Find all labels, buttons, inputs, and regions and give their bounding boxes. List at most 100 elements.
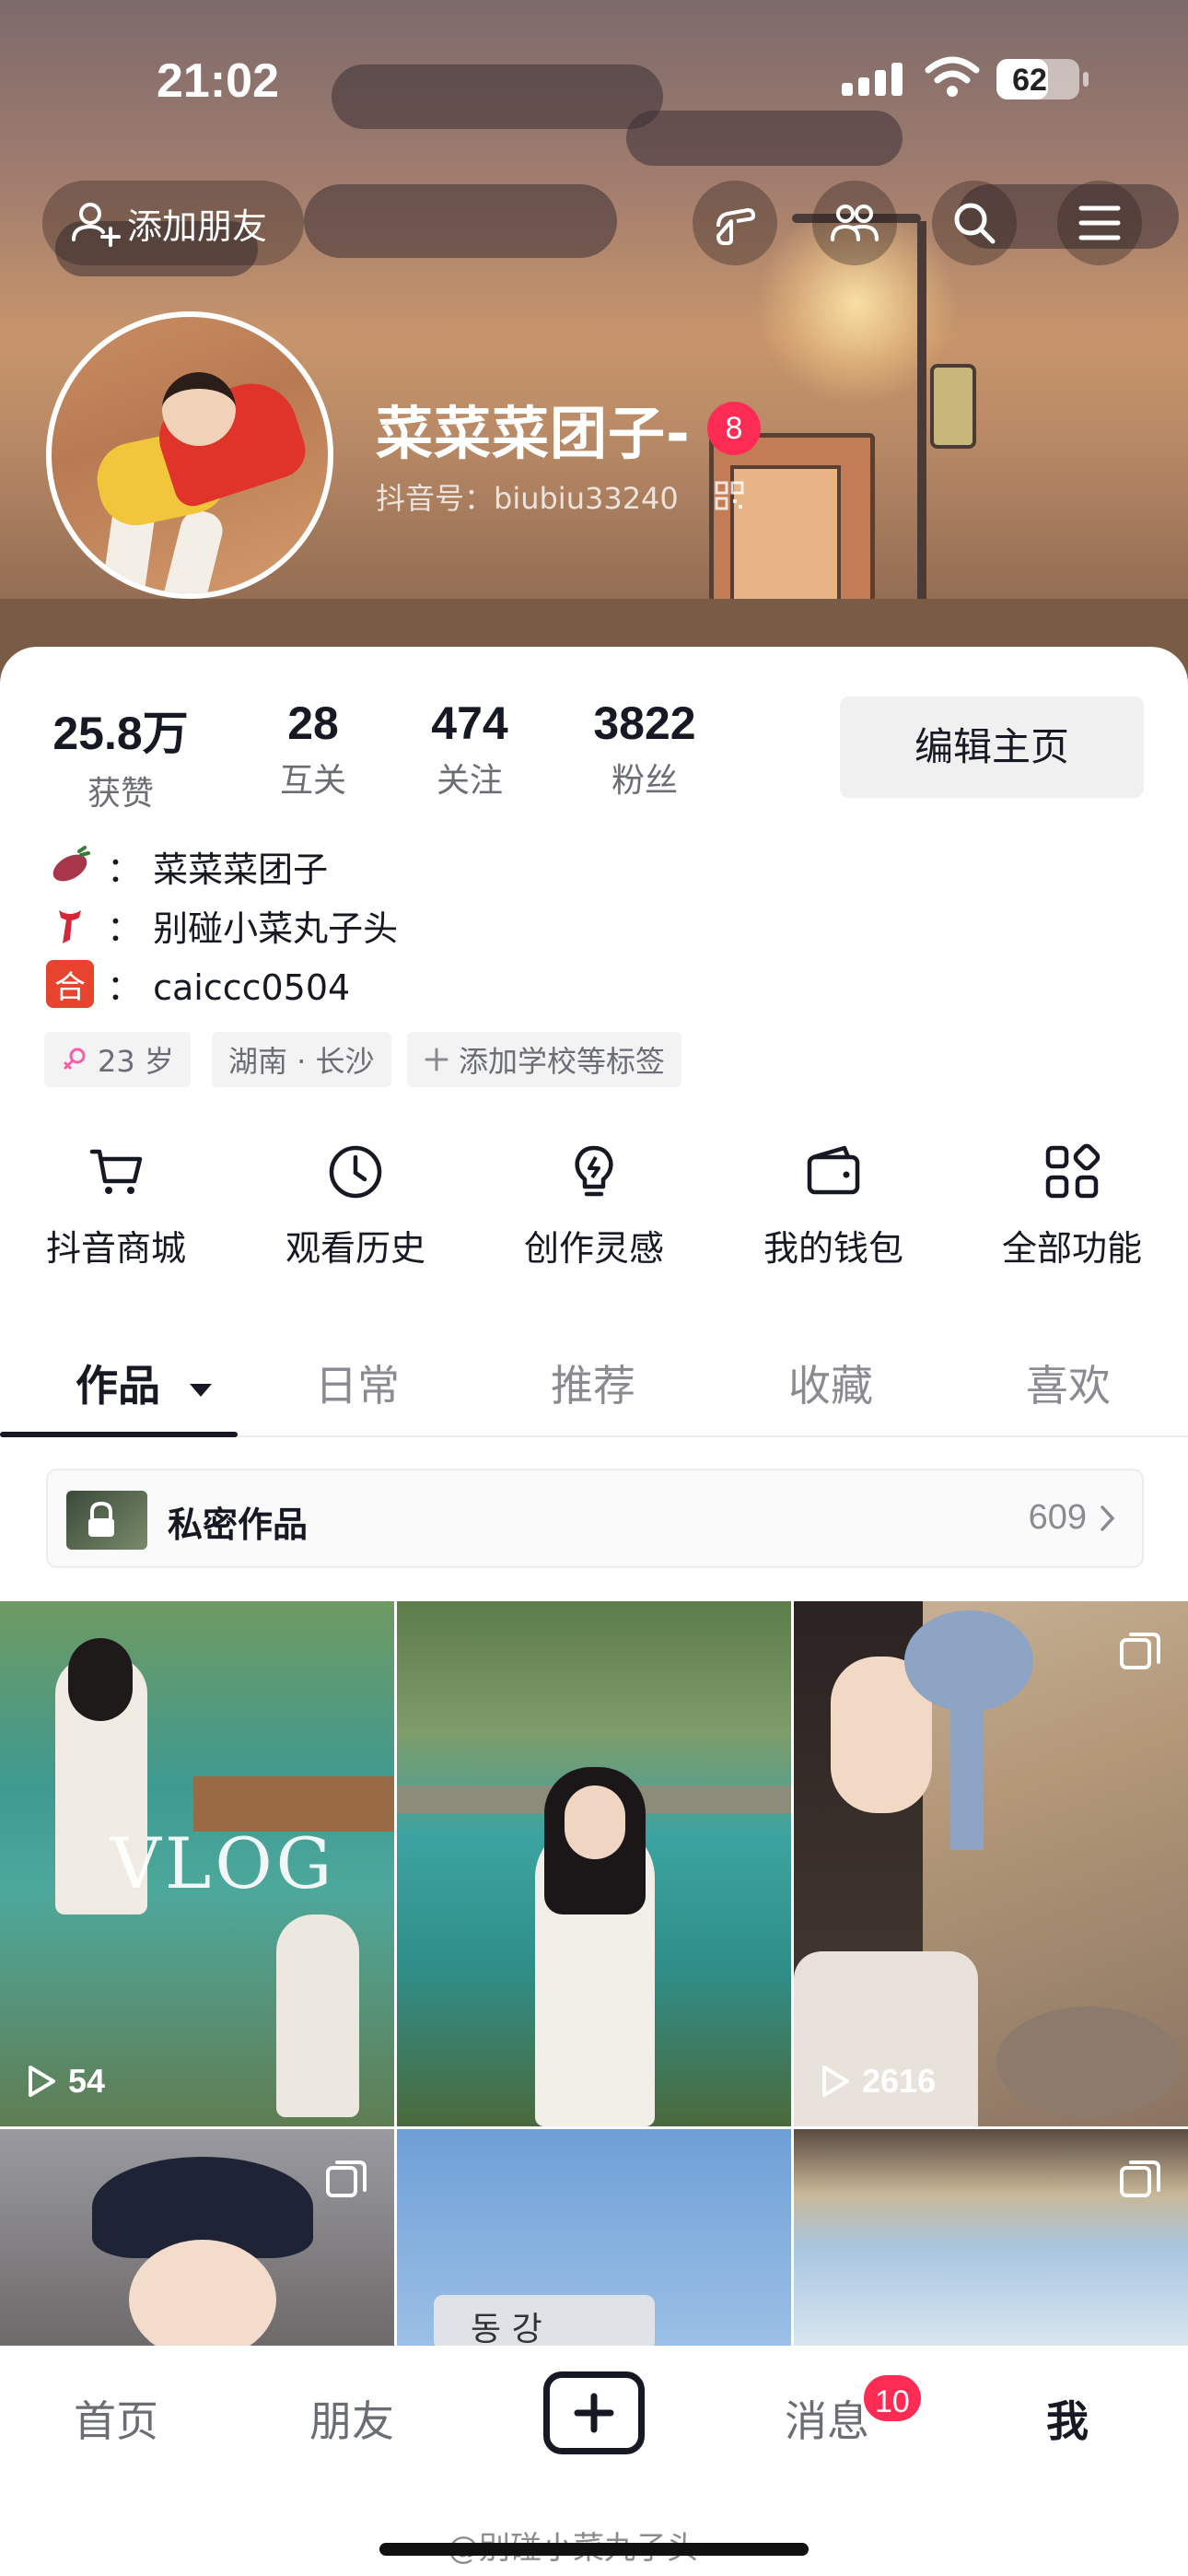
stat-value: 28 xyxy=(287,697,339,749)
add-user-icon xyxy=(72,203,121,247)
stat-value: 474 xyxy=(431,697,508,749)
func-my-wallet[interactable]: 我的钱包 xyxy=(741,1142,926,1270)
qr-code-icon[interactable] xyxy=(715,481,744,510)
vlog-overlay-text: VLOG xyxy=(111,1822,336,1904)
tab-label: 作品 xyxy=(76,1361,160,1411)
private-works-row[interactable]: 私密作品 609 xyxy=(46,1469,1144,1568)
multi-image-icon xyxy=(326,2160,367,2197)
status-bar: 21:02 62 xyxy=(0,0,1188,157)
fans-group-button[interactable] xyxy=(812,181,897,265)
video-thumbnail[interactable] xyxy=(397,1601,791,2126)
tab-works[interactable]: 作品 xyxy=(76,1352,214,1413)
tab-likes[interactable]: 喜欢 xyxy=(1026,1352,1111,1413)
func-creative-inspiration[interactable]: 创作灵感 xyxy=(502,1142,686,1270)
street-lamp-pole xyxy=(917,221,926,645)
station-sign: 동 강 xyxy=(434,2295,655,2346)
func-all-features[interactable]: 全部功能 xyxy=(980,1142,1164,1270)
pat-button[interactable] xyxy=(693,181,777,265)
view-count-text: 54 xyxy=(68,2062,106,2100)
cellular-signal-icon xyxy=(842,63,906,96)
nav-messages[interactable]: 消息 xyxy=(785,2388,869,2449)
bio-line: ： 菜菜菜团子 xyxy=(46,840,328,892)
func-label: 观看历史 xyxy=(285,1228,425,1269)
func-douyin-mall[interactable]: 抖音商城 xyxy=(24,1142,208,1270)
nav-friends[interactable]: 朋友 xyxy=(309,2388,394,2449)
tag-add-school[interactable]: 添加学校等标签 xyxy=(407,1032,682,1087)
profile-username[interactable]: 菜菜菜团子- xyxy=(376,387,691,470)
tag-label: 添加学校等标签 xyxy=(459,1044,666,1079)
name-badge[interactable]: 8 xyxy=(707,402,761,455)
nav-home[interactable]: 首页 xyxy=(74,2388,158,2449)
bio-text: ： caiccc0504 xyxy=(107,966,351,1008)
female-icon xyxy=(64,1048,86,1070)
view-count: 54 xyxy=(26,2062,105,2101)
wifi-icon xyxy=(925,56,980,97)
play-icon xyxy=(822,2066,849,2097)
sweet-potato-icon xyxy=(46,842,94,890)
avatar[interactable] xyxy=(46,311,333,599)
bio-text: ： 菜菜菜团子 xyxy=(107,849,329,890)
person-hair xyxy=(68,1638,133,1721)
lightbulb-icon xyxy=(575,1145,613,1197)
hair-bow xyxy=(904,1610,1033,1712)
caret-down-icon xyxy=(190,1383,213,1397)
he-character-icon: 合 xyxy=(46,960,94,1008)
menu-button[interactable] xyxy=(1057,181,1142,265)
add-friend-button[interactable]: 添加朋友 xyxy=(42,181,304,265)
video-thumbnail[interactable] xyxy=(794,2129,1188,2346)
stat-label: 获赞 xyxy=(87,775,154,813)
multi-image-icon xyxy=(1120,1633,1160,1669)
bus-stop-sign xyxy=(930,364,976,449)
stat-value: 3822 xyxy=(593,697,696,749)
bio-line: 合 ： caiccc0504 xyxy=(46,958,350,1010)
menu-icon xyxy=(1078,205,1121,240)
lock-icon xyxy=(88,1501,114,1537)
search-button[interactable] xyxy=(932,181,1017,265)
nav-me[interactable]: 我 xyxy=(1046,2388,1089,2449)
grid-icon xyxy=(1045,1143,1101,1199)
func-label: 全部功能 xyxy=(1001,1228,1142,1269)
stat-label: 粉丝 xyxy=(611,762,678,800)
stat-mutual[interactable]: 28 互关 xyxy=(258,697,368,802)
chevron-right-icon xyxy=(1101,1505,1115,1531)
private-thumbnail xyxy=(66,1491,147,1550)
func-watch-history[interactable]: 观看历史 xyxy=(263,1142,448,1270)
cloud-shape xyxy=(304,184,617,258)
search-icon xyxy=(954,203,996,244)
stat-likes[interactable]: 25.8万 获赞 xyxy=(42,697,199,814)
douyin-id[interactable]: 抖音号：biubiu33240 xyxy=(376,475,679,518)
tag-label: 湖南 · 长沙 xyxy=(228,1044,375,1079)
video-thumbnail[interactable]: VLOG 54 xyxy=(0,1601,394,2126)
func-label: 抖音商城 xyxy=(45,1228,186,1269)
plus-icon xyxy=(574,2393,614,2433)
messages-badge: 10 xyxy=(860,2371,925,2425)
tab-favorites[interactable]: 收藏 xyxy=(788,1352,873,1413)
wallet-icon xyxy=(807,1145,860,1195)
play-icon xyxy=(29,2066,55,2097)
private-works-count: 609 xyxy=(1028,1498,1087,1537)
create-button[interactable] xyxy=(543,2371,645,2454)
tab-underline xyxy=(0,1432,238,1437)
multi-image-icon xyxy=(1120,2160,1160,2197)
plus-icon xyxy=(425,1048,448,1071)
add-friend-label: 添加朋友 xyxy=(127,205,268,247)
hair-bow-ribbon xyxy=(950,1703,984,1850)
video-thumbnail[interactable] xyxy=(0,2129,394,2346)
private-works-label: 私密作品 xyxy=(168,1505,309,1545)
tab-daily[interactable]: 日常 xyxy=(315,1352,400,1413)
bio-text: ： 别碰小菜丸子头 xyxy=(107,907,399,949)
video-thumbnail[interactable]: 동 강 xyxy=(397,2129,791,2346)
battery-percent: 62 xyxy=(1012,63,1047,98)
tag-location[interactable]: 湖南 · 长沙 xyxy=(212,1032,391,1087)
stat-followers[interactable]: 3822 粉丝 xyxy=(580,697,709,802)
home-indicator[interactable] xyxy=(379,2543,809,2556)
video-thumbnail[interactable]: 2616 xyxy=(794,1601,1188,2126)
tab-recommend[interactable]: 推荐 xyxy=(551,1352,635,1413)
stat-following[interactable]: 474 关注 xyxy=(414,697,525,802)
func-label: 创作灵感 xyxy=(523,1228,664,1269)
tag-age[interactable]: 23 岁 xyxy=(44,1032,191,1087)
hand-icon xyxy=(716,208,755,245)
edit-profile-button[interactable]: 编辑主页 xyxy=(840,697,1144,798)
view-count-text: 2616 xyxy=(862,2062,937,2100)
scarf-icon xyxy=(46,901,94,949)
